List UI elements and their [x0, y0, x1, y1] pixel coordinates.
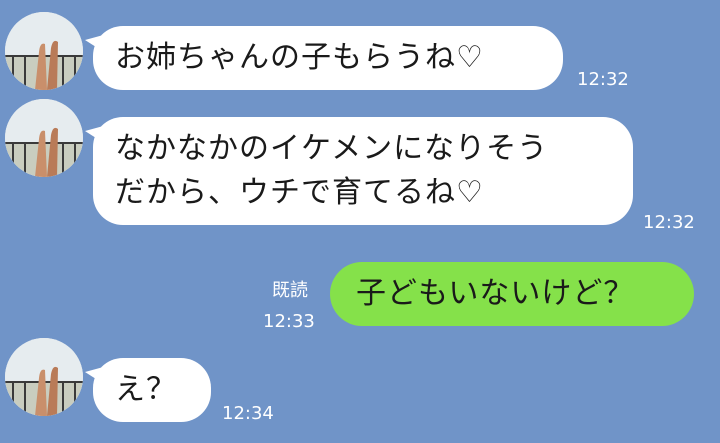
message-timestamp: 12:34	[222, 403, 274, 424]
message-timestamp: 12:32	[577, 69, 629, 90]
sender-avatar[interactable]	[5, 338, 83, 416]
message-bubble-incoming[interactable]: なかなかのイケメンになりそう だから、ウチで育てるね♡	[93, 117, 633, 225]
message-text-line-2: だから、ウチで育てるね♡	[115, 175, 484, 210]
sender-avatar[interactable]	[5, 99, 83, 177]
message-timestamp: 12:33	[263, 311, 315, 332]
bubble-tail	[85, 34, 107, 54]
sender-avatar[interactable]	[5, 12, 83, 90]
read-receipt: 既読	[272, 280, 308, 301]
message-text: え？	[115, 372, 177, 407]
bubble-tail	[85, 125, 107, 145]
message-bubble-incoming[interactable]: え？	[93, 358, 211, 422]
avatar-photo-icon	[5, 12, 83, 90]
avatar-photo-icon	[5, 338, 83, 416]
message-text-line-1: なかなかのイケメンになりそう	[115, 131, 549, 166]
message-timestamp: 12:32	[643, 212, 695, 233]
message-text: 子どもいないけど？	[356, 276, 635, 311]
avatar-photo-icon	[5, 99, 83, 177]
message-bubble-incoming[interactable]: お姉ちゃんの子もらうね♡	[93, 26, 563, 90]
message-text: お姉ちゃんの子もらうね♡	[115, 40, 484, 75]
message-bubble-outgoing[interactable]: 子どもいないけど？	[330, 262, 694, 326]
chat-thread: お姉ちゃんの子もらうね♡ 12:32 なかなかのイケメンになりそう だから、ウチ…	[0, 0, 720, 443]
bubble-tail	[85, 366, 107, 386]
